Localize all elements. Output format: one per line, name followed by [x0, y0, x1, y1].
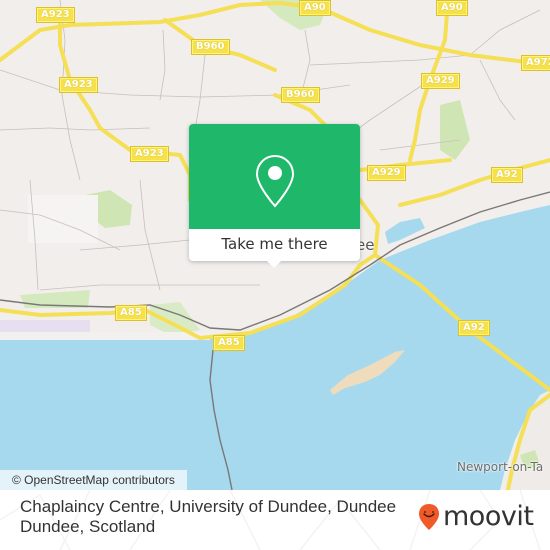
road-label: B960: [191, 39, 230, 55]
popup-pointer: [266, 260, 282, 268]
moovit-logo[interactable]: moovit: [418, 501, 534, 532]
building-area: [0, 320, 90, 332]
location-pin-icon: [255, 154, 295, 208]
road-label: A929: [421, 73, 460, 89]
road-label: A923: [130, 146, 169, 162]
road-a923: [58, 23, 192, 202]
road-label: A90: [436, 0, 468, 16]
address-line-2: Dundee, Scotland: [20, 517, 156, 536]
road-label: A85: [115, 305, 147, 321]
road-label: A972: [521, 55, 550, 71]
moovit-pin-icon: [419, 504, 439, 530]
address-line-1: Chaplaincy Centre, University of Dundee,…: [20, 497, 397, 516]
location-popup: Take me there: [189, 124, 360, 268]
place-label-newport: Newport-on-Ta: [457, 460, 544, 474]
road-label: A923: [59, 77, 98, 93]
road-label: A85: [213, 335, 245, 351]
road-label: B960: [281, 87, 320, 103]
road-label: A92: [458, 320, 490, 336]
map-view[interactable]: A923 A90 A90 B960 A972 A923 A929 B960 A9…: [0, 0, 550, 490]
road-label: A923: [36, 7, 75, 23]
address-text: Chaplaincy Centre, University of Dundee,…: [20, 497, 440, 537]
take-me-there-button[interactable]: Take me there: [189, 229, 360, 261]
road-label: A90: [299, 0, 331, 16]
moovit-wordmark: moovit: [443, 501, 534, 532]
dock: [385, 218, 425, 244]
shore-strip: [0, 332, 210, 340]
popup-header: [189, 124, 360, 229]
road-label: A92: [491, 167, 523, 183]
park: [440, 100, 470, 160]
map-attribution[interactable]: © OpenStreetMap contributors: [0, 470, 187, 490]
building-area: [28, 195, 98, 243]
road-label: A929: [367, 165, 406, 181]
